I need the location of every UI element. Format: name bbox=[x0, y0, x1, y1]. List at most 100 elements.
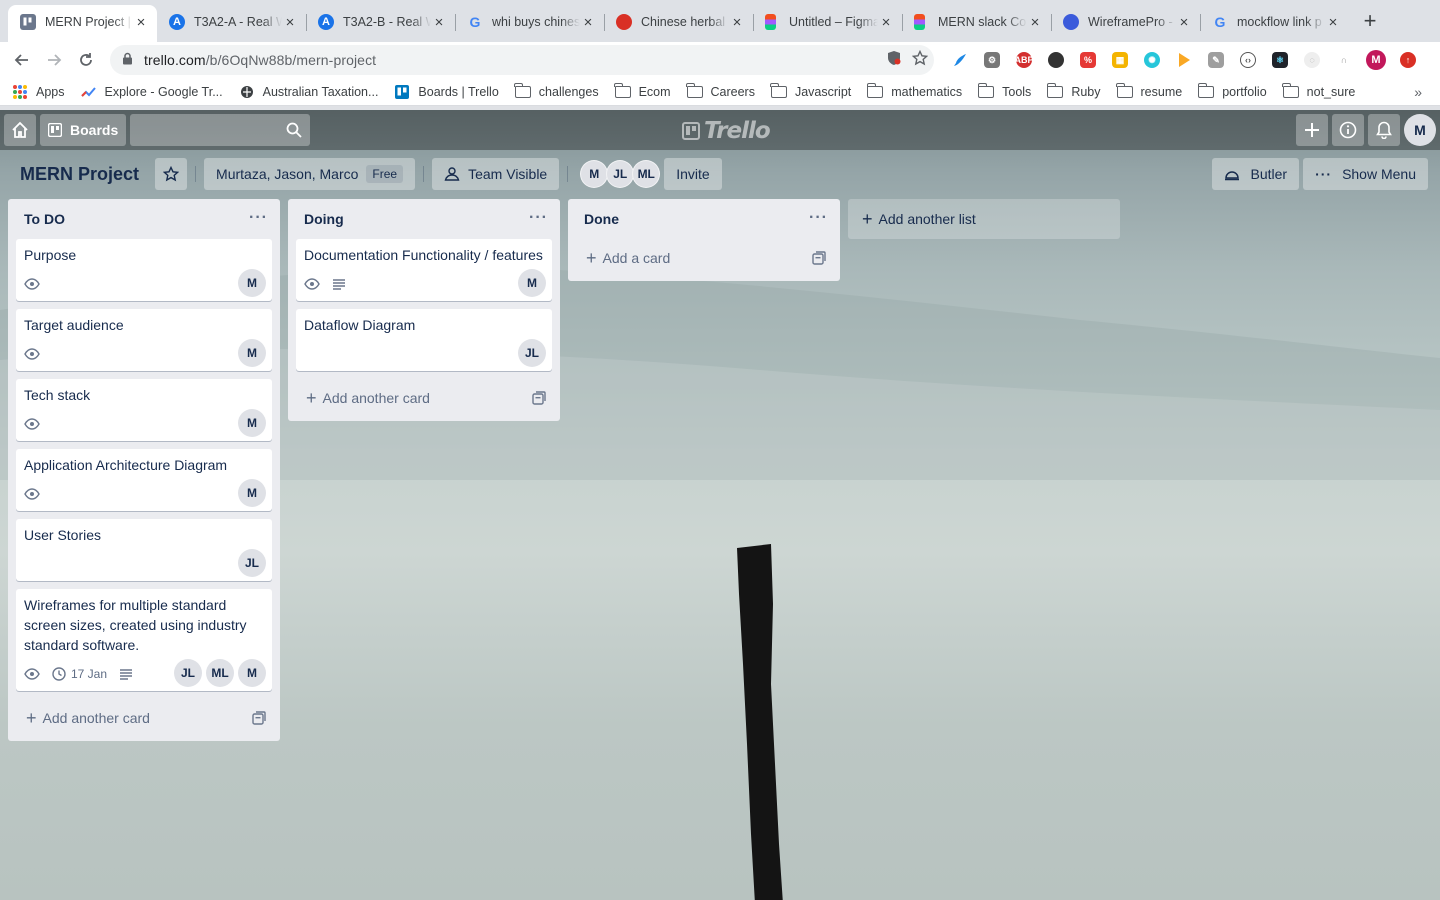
list-header[interactable]: To DO ··· bbox=[8, 199, 280, 239]
bookmark-star-icon[interactable] bbox=[911, 49, 929, 69]
browser-tab[interactable]: Untitled – Figma × bbox=[753, 5, 902, 39]
visibility-button[interactable]: Team Visible bbox=[432, 158, 560, 190]
address-bar[interactable]: trello.com/b/6OqNw88b/mern-project bbox=[110, 45, 934, 75]
list-menu-icon[interactable]: ··· bbox=[529, 209, 548, 227]
member-avatar[interactable]: M bbox=[580, 160, 609, 188]
member-avatar[interactable]: JL bbox=[238, 549, 266, 577]
member-avatar[interactable]: M bbox=[238, 269, 266, 297]
bookmarks-overflow-icon[interactable]: » bbox=[1414, 84, 1422, 100]
bookmark-item[interactable]: resume bbox=[1116, 82, 1182, 99]
show-menu-button[interactable]: ··· Show Menu bbox=[1303, 158, 1428, 190]
extension-circle-icon[interactable]: ◌ bbox=[1298, 46, 1326, 74]
close-tab-icon[interactable]: × bbox=[431, 14, 447, 31]
card[interactable]: Documentation Functionality / features M bbox=[296, 239, 552, 301]
browser-tab[interactable]: Gmockflow link p × bbox=[1200, 5, 1349, 39]
member-avatar[interactable]: M bbox=[238, 339, 266, 367]
browser-tab[interactable]: MERN Project | Trello× bbox=[8, 5, 157, 42]
card[interactable]: User Stories JL bbox=[16, 519, 272, 581]
bookmark-item[interactable]: Ecom bbox=[614, 82, 671, 99]
tracking-shield-icon[interactable] bbox=[886, 50, 902, 69]
card[interactable]: Wireframes for multiple standard screen … bbox=[16, 589, 272, 691]
new-tab-button[interactable]: + bbox=[1355, 6, 1385, 36]
member-avatar[interactable]: M bbox=[238, 409, 266, 437]
bookmark-item[interactable]: mathematics bbox=[866, 82, 962, 99]
member-avatar[interactable]: JL bbox=[606, 160, 635, 188]
extension-gear-alert-icon[interactable]: ⚙ bbox=[978, 46, 1006, 74]
close-tab-icon[interactable]: × bbox=[878, 14, 894, 31]
close-tab-icon[interactable]: × bbox=[133, 14, 149, 31]
list-header[interactable]: Done ··· bbox=[568, 199, 840, 239]
bookmark-item[interactable]: not_sure bbox=[1282, 82, 1355, 99]
update-button[interactable]: ↑ bbox=[1394, 46, 1422, 74]
extension-arch-icon[interactable]: ∩ bbox=[1330, 46, 1358, 74]
card[interactable]: Application Architecture Diagram M bbox=[16, 449, 272, 511]
bookmark-item[interactable]: Boards | Trello bbox=[394, 84, 499, 99]
bookmark-item[interactable]: challenges bbox=[514, 82, 599, 99]
trello-logo[interactable]: Trello bbox=[682, 118, 771, 144]
info-button[interactable] bbox=[1332, 114, 1364, 146]
close-tab-icon[interactable]: × bbox=[1176, 14, 1192, 31]
card[interactable]: Dataflow Diagram JL bbox=[296, 309, 552, 371]
boards-button[interactable]: Boards bbox=[40, 114, 127, 146]
member-avatar[interactable]: M bbox=[518, 269, 546, 297]
forward-button[interactable] bbox=[38, 44, 70, 76]
member-avatar[interactable]: ML bbox=[632, 160, 661, 188]
card[interactable]: Tech stack M bbox=[16, 379, 272, 441]
card-template-icon[interactable] bbox=[252, 711, 266, 728]
star-board-button[interactable] bbox=[155, 158, 188, 190]
card-template-icon[interactable] bbox=[812, 251, 826, 268]
butler-button[interactable]: Butler bbox=[1212, 158, 1300, 190]
board-title[interactable]: MERN Project bbox=[12, 158, 147, 190]
extension-eyedropper-icon[interactable]: ✎ bbox=[1202, 46, 1230, 74]
extension-feather-icon[interactable] bbox=[946, 46, 974, 74]
board-search-input[interactable] bbox=[130, 114, 311, 146]
bookmark-item[interactable]: Australian Taxation... bbox=[239, 85, 378, 99]
notifications-button[interactable] bbox=[1368, 114, 1400, 146]
extension-atom-icon[interactable]: ✺ bbox=[1138, 46, 1166, 74]
close-tab-icon[interactable]: × bbox=[580, 14, 596, 31]
card-template-icon[interactable] bbox=[532, 391, 546, 408]
browser-tab[interactable]: Gwhi buys chinese × bbox=[455, 5, 604, 39]
member-avatar[interactable]: M bbox=[238, 659, 266, 687]
close-tab-icon[interactable]: × bbox=[1027, 14, 1043, 31]
bookmark-item[interactable]: Javascript bbox=[770, 82, 851, 99]
list-menu-icon[interactable]: ··· bbox=[249, 209, 268, 227]
add-list-button[interactable]: + Add another list bbox=[848, 199, 1120, 239]
team-button[interactable]: Murtaza, Jason, Marco Free bbox=[204, 158, 416, 190]
list-menu-icon[interactable]: ··· bbox=[809, 209, 828, 227]
bookmark-item[interactable]: Tools bbox=[977, 82, 1031, 99]
add-card-button[interactable]: + Add another card bbox=[296, 379, 552, 417]
extension-grid-icon[interactable]: ▦ bbox=[1106, 46, 1134, 74]
member-avatar-button[interactable]: M bbox=[1404, 114, 1436, 146]
bookmark-item[interactable]: Careers bbox=[686, 82, 755, 99]
reload-button[interactable] bbox=[70, 44, 102, 76]
extension-code-icon[interactable]: ‹› bbox=[1234, 46, 1262, 74]
back-button[interactable] bbox=[6, 44, 38, 76]
create-button[interactable] bbox=[1296, 114, 1328, 146]
add-card-button[interactable]: + Add another card bbox=[16, 699, 272, 737]
extension-play-icon[interactable] bbox=[1170, 46, 1198, 74]
extension-dark-icon[interactable] bbox=[1042, 46, 1070, 74]
browser-tab[interactable]: WireframePro - × bbox=[1051, 5, 1200, 39]
home-button[interactable] bbox=[4, 114, 36, 146]
close-tab-icon[interactable]: × bbox=[1325, 14, 1341, 31]
member-avatar[interactable]: M bbox=[238, 479, 266, 507]
card[interactable]: Purpose M bbox=[16, 239, 272, 301]
member-avatar[interactable]: JL bbox=[518, 339, 546, 367]
bookmark-item[interactable]: Explore - Google Tr... bbox=[80, 85, 223, 99]
member-avatar[interactable]: ML bbox=[206, 659, 234, 687]
extension-lastpass-icon[interactable]: % bbox=[1074, 46, 1102, 74]
bookmark-item[interactable]: portfolio bbox=[1197, 82, 1267, 99]
member-avatar[interactable]: JL bbox=[174, 659, 202, 687]
close-tab-icon[interactable]: × bbox=[729, 14, 745, 31]
bookmark-item[interactable]: Ruby bbox=[1046, 82, 1101, 99]
invite-button[interactable]: Invite bbox=[664, 158, 722, 190]
add-card-button[interactable]: + Add a card bbox=[576, 239, 832, 277]
browser-tab[interactable]: A T3A2-A - Real World× bbox=[157, 5, 306, 39]
browser-tab[interactable]: Chinese herbal × bbox=[604, 5, 753, 39]
browser-tab[interactable]: A T3A2-B - Real World× bbox=[306, 5, 455, 39]
extension-adblock-icon[interactable]: ABP bbox=[1010, 46, 1038, 74]
extension-react-icon[interactable]: ⚛ bbox=[1266, 46, 1294, 74]
bookmark-item[interactable]: Apps bbox=[12, 84, 65, 99]
profile-avatar-button[interactable]: M bbox=[1362, 46, 1390, 74]
